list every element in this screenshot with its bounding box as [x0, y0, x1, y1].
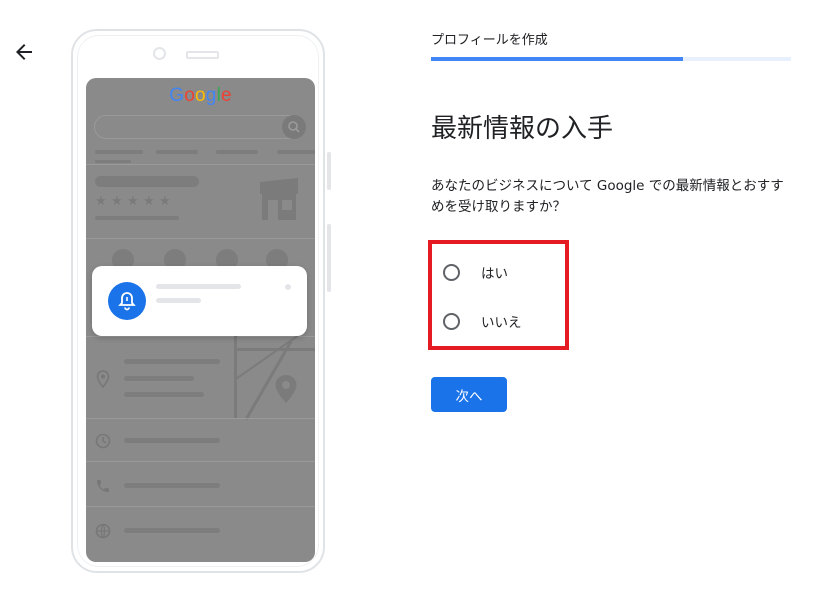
- option-yes[interactable]: はい: [443, 260, 508, 284]
- option-no[interactable]: いいえ: [443, 309, 522, 333]
- divider: [86, 506, 315, 507]
- mock-text-line: [124, 392, 204, 397]
- notification-text-line: [156, 284, 241, 289]
- mock-tab-underline: [95, 160, 131, 163]
- clock-icon: [95, 433, 111, 449]
- mock-text-line: [124, 376, 194, 381]
- mock-tab: [95, 150, 143, 154]
- notification-dot: [285, 284, 291, 290]
- google-logo: Google: [169, 85, 232, 106]
- notification-text-line: [156, 298, 201, 303]
- mock-text-line: [95, 216, 179, 220]
- divider: [86, 336, 315, 337]
- mock-search-box: [94, 115, 306, 139]
- notification-card: [92, 266, 307, 336]
- star-icon: ★: [143, 194, 155, 209]
- radio-button[interactable]: [443, 263, 460, 281]
- option-no-label: いいえ: [481, 315, 522, 331]
- star-icon: ★: [111, 194, 123, 209]
- phone-icon: [97, 480, 109, 492]
- notification-bell: [108, 282, 146, 320]
- divider: [86, 164, 315, 165]
- progress-bar: [431, 57, 791, 61]
- back-button[interactable]: [12, 40, 36, 64]
- mock-text-line: [124, 359, 220, 364]
- globe-icon: [95, 523, 111, 539]
- phone-side-button: [327, 224, 331, 292]
- divider: [86, 461, 315, 462]
- mock-tab: [216, 150, 258, 154]
- storefront-icon: [260, 178, 298, 220]
- mock-text-line: [124, 528, 220, 533]
- mock-search-icon: [282, 115, 306, 139]
- map-pin-icon: [275, 375, 297, 403]
- location-pin-icon: [96, 370, 110, 388]
- arrow-left-icon: [16, 44, 32, 60]
- page-title: 最新情報の入手: [431, 114, 614, 144]
- mock-tab: [156, 150, 198, 154]
- next-button[interactable]: 次へ: [431, 377, 507, 412]
- mock-text-line: [124, 483, 220, 488]
- progress-fill: [431, 57, 683, 61]
- mock-business-name: [95, 176, 199, 187]
- radio-button[interactable]: [443, 312, 460, 330]
- divider: [86, 238, 315, 239]
- mock-tab: [277, 150, 315, 154]
- page-description: あなたのビジネスについて Google での最新情報とおすすめを受け取りますか？: [431, 178, 784, 215]
- mock-text-line: [124, 438, 220, 443]
- divider: [86, 418, 315, 419]
- phone-side-button: [327, 152, 331, 190]
- star-icon: ★: [127, 194, 139, 209]
- star-icon: ★: [159, 194, 171, 209]
- bell-icon: [118, 292, 136, 311]
- annotation-highlight-box: [428, 240, 569, 350]
- option-yes-label: はい: [481, 266, 508, 282]
- step-label: プロフィールを作成: [431, 33, 548, 48]
- star-icon: ★: [95, 194, 107, 209]
- phone-camera: [153, 47, 166, 60]
- phone-speaker: [186, 51, 219, 59]
